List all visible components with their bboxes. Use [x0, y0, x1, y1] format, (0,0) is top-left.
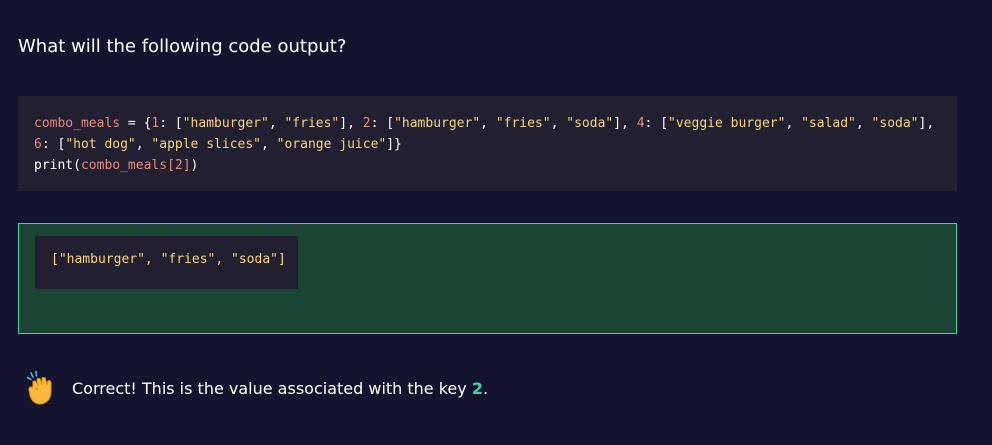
code-block: combo_meals = {1: ["hamburger", "fries"]… [18, 96, 957, 191]
code-line-1: combo_meals = {1: ["hamburger", "fries"]… [34, 116, 935, 131]
answer-code: ["hamburger", "fries", "soda"] [35, 236, 298, 289]
feedback-key: 2 [471, 378, 483, 398]
clapping-hands-icon [24, 370, 60, 406]
answer-option-correct[interactable]: ["hamburger", "fries", "soda"] [18, 223, 957, 334]
question-title: What will the following code output? [18, 36, 347, 57]
feedback: Correct! This is the value associated wi… [24, 370, 488, 406]
feedback-text: Correct! This is the value associated wi… [72, 378, 489, 398]
code-line-3: print(combo_meals[2]) [34, 158, 199, 173]
code-line-2: 6: ["hot dog", "apple slices", "orange j… [34, 137, 402, 152]
